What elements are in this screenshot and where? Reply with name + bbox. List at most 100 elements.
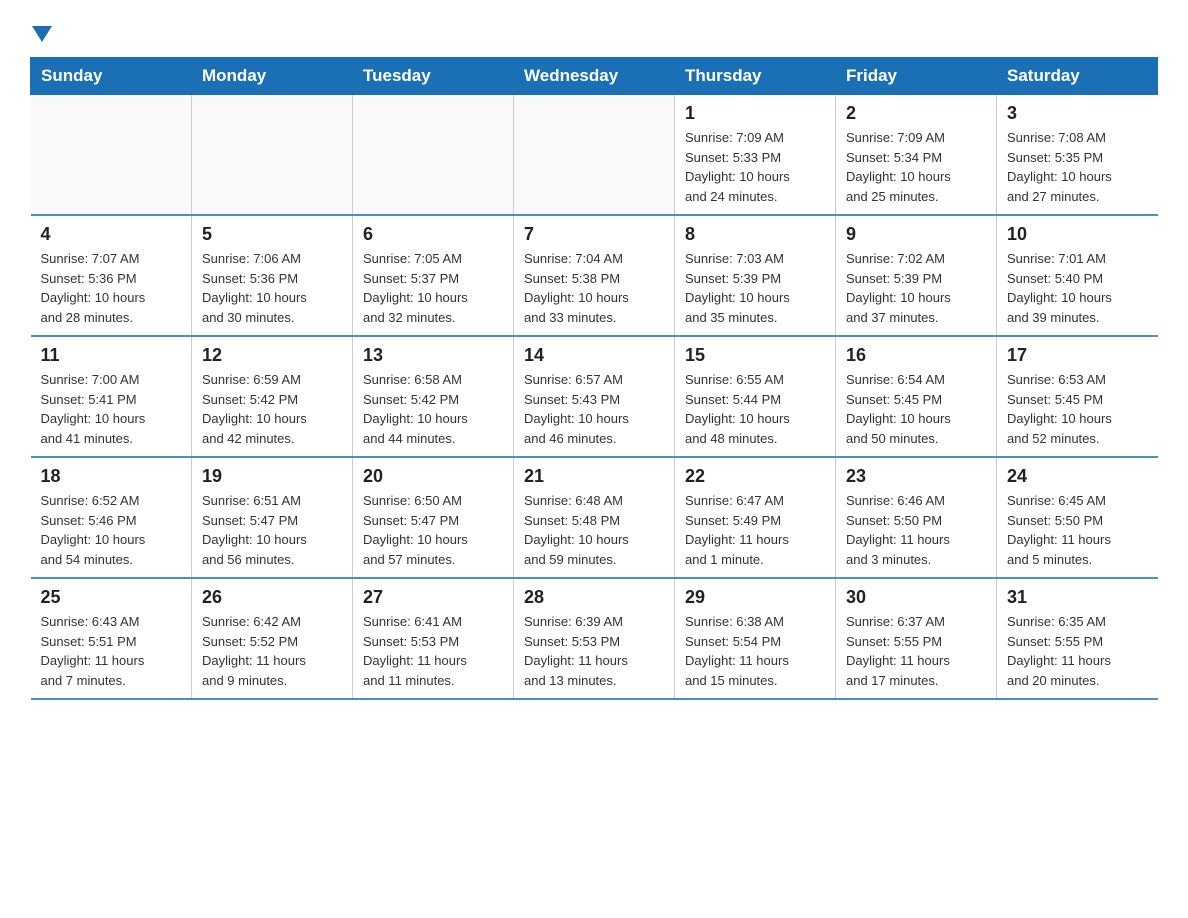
calendar-cell: 26Sunrise: 6:42 AM Sunset: 5:52 PM Dayli…: [192, 578, 353, 699]
day-info: Sunrise: 6:47 AM Sunset: 5:49 PM Dayligh…: [685, 491, 825, 569]
calendar-cell: 6 Sunrise: 7:05 AM Sunset: 5:37 PM Daylig…: [353, 215, 514, 336]
day-number: 18: [41, 466, 182, 487]
day-info: Sunrise: 7:09 AM Sunset: 5:33 PM Dayligh…: [685, 128, 825, 206]
day-info: Sunrise: 7:01 AM Sunset: 5:40 PM Dayligh…: [1007, 249, 1148, 327]
calendar-cell: 22 Sunrise: 6:47 AM Sunset: 5:49 PM Dayli…: [675, 457, 836, 578]
day-info: Sunrise: 6:45 AM Sunset: 5:50 PM Dayligh…: [1007, 491, 1148, 569]
weekday-header-saturday: Saturday: [997, 58, 1158, 95]
calendar-cell: 14 Sunrise: 6:57 AM Sunset: 5:43 PM Dayli…: [514, 336, 675, 457]
day-number: 24: [1007, 466, 1148, 487]
calendar-week-row: 1 Sunrise: 7:09 AM Sunset: 5:33 PM Daylig…: [31, 95, 1158, 216]
calendar-cell: 4 Sunrise: 7:07 AM Sunset: 5:36 PM Daylig…: [31, 215, 192, 336]
calendar-cell: 5 Sunrise: 7:06 AM Sunset: 5:36 PM Daylig…: [192, 215, 353, 336]
day-number: 4: [41, 224, 182, 245]
day-info: Sunrise: 6:43 AM Sunset: 5:51 PM Dayligh…: [41, 612, 182, 690]
calendar-cell: 17 Sunrise: 6:53 AM Sunset: 5:45 PM Dayli…: [997, 336, 1158, 457]
day-number: 14: [524, 345, 664, 366]
day-info: Sunrise: 7:07 AM Sunset: 5:36 PM Dayligh…: [41, 249, 182, 327]
day-number: 16: [846, 345, 986, 366]
logo-arrow-icon: [32, 26, 52, 47]
calendar-cell: [31, 95, 192, 216]
day-number: 22: [685, 466, 825, 487]
day-number: 3: [1007, 103, 1148, 124]
day-info: Sunrise: 6:35 AM Sunset: 5:55 PM Dayligh…: [1007, 612, 1148, 690]
page-header: [30, 20, 1158, 47]
calendar-cell: 25Sunrise: 6:43 AM Sunset: 5:51 PM Dayli…: [31, 578, 192, 699]
calendar-cell: 15Sunrise: 6:55 AM Sunset: 5:44 PM Dayli…: [675, 336, 836, 457]
calendar-cell: 23Sunrise: 6:46 AM Sunset: 5:50 PM Dayli…: [836, 457, 997, 578]
calendar-cell: 13 Sunrise: 6:58 AM Sunset: 5:42 PM Dayli…: [353, 336, 514, 457]
day-info: Sunrise: 7:03 AM Sunset: 5:39 PM Dayligh…: [685, 249, 825, 327]
calendar-cell: 12Sunrise: 6:59 AM Sunset: 5:42 PM Dayli…: [192, 336, 353, 457]
day-info: Sunrise: 6:55 AM Sunset: 5:44 PM Dayligh…: [685, 370, 825, 448]
day-number: 5: [202, 224, 342, 245]
calendar-cell: 27 Sunrise: 6:41 AM Sunset: 5:53 PM Dayli…: [353, 578, 514, 699]
day-number: 23: [846, 466, 986, 487]
day-info: Sunrise: 7:06 AM Sunset: 5:36 PM Dayligh…: [202, 249, 342, 327]
calendar-body: 1 Sunrise: 7:09 AM Sunset: 5:33 PM Daylig…: [31, 95, 1158, 700]
calendar-cell: 29 Sunrise: 6:38 AM Sunset: 5:54 PM Dayli…: [675, 578, 836, 699]
day-number: 10: [1007, 224, 1148, 245]
day-info: Sunrise: 6:50 AM Sunset: 5:47 PM Dayligh…: [363, 491, 503, 569]
calendar-cell: 24 Sunrise: 6:45 AM Sunset: 5:50 PM Dayli…: [997, 457, 1158, 578]
day-info: Sunrise: 6:41 AM Sunset: 5:53 PM Dayligh…: [363, 612, 503, 690]
calendar-cell: 3 Sunrise: 7:08 AM Sunset: 5:35 PM Daylig…: [997, 95, 1158, 216]
calendar-cell: 1 Sunrise: 7:09 AM Sunset: 5:33 PM Daylig…: [675, 95, 836, 216]
day-info: Sunrise: 6:59 AM Sunset: 5:42 PM Dayligh…: [202, 370, 342, 448]
day-number: 13: [363, 345, 503, 366]
day-number: 27: [363, 587, 503, 608]
weekday-header-friday: Friday: [836, 58, 997, 95]
day-number: 28: [524, 587, 664, 608]
day-number: 11: [41, 345, 182, 366]
calendar-cell: 28 Sunrise: 6:39 AM Sunset: 5:53 PM Dayli…: [514, 578, 675, 699]
day-info: Sunrise: 6:39 AM Sunset: 5:53 PM Dayligh…: [524, 612, 664, 690]
day-info: Sunrise: 6:58 AM Sunset: 5:42 PM Dayligh…: [363, 370, 503, 448]
day-number: 2: [846, 103, 986, 124]
calendar-cell: 31 Sunrise: 6:35 AM Sunset: 5:55 PM Dayli…: [997, 578, 1158, 699]
day-number: 31: [1007, 587, 1148, 608]
day-info: Sunrise: 6:52 AM Sunset: 5:46 PM Dayligh…: [41, 491, 182, 569]
logo: [30, 20, 52, 47]
day-number: 1: [685, 103, 825, 124]
day-number: 21: [524, 466, 664, 487]
calendar-cell: 7 Sunrise: 7:04 AM Sunset: 5:38 PM Daylig…: [514, 215, 675, 336]
day-info: Sunrise: 6:38 AM Sunset: 5:54 PM Dayligh…: [685, 612, 825, 690]
day-info: Sunrise: 6:48 AM Sunset: 5:48 PM Dayligh…: [524, 491, 664, 569]
day-info: Sunrise: 7:09 AM Sunset: 5:34 PM Dayligh…: [846, 128, 986, 206]
day-info: Sunrise: 7:05 AM Sunset: 5:37 PM Dayligh…: [363, 249, 503, 327]
weekday-header-tuesday: Tuesday: [353, 58, 514, 95]
calendar-week-row: 25Sunrise: 6:43 AM Sunset: 5:51 PM Dayli…: [31, 578, 1158, 699]
day-info: Sunrise: 6:57 AM Sunset: 5:43 PM Dayligh…: [524, 370, 664, 448]
calendar-week-row: 4 Sunrise: 7:07 AM Sunset: 5:36 PM Daylig…: [31, 215, 1158, 336]
calendar-cell: 9Sunrise: 7:02 AM Sunset: 5:39 PM Daylig…: [836, 215, 997, 336]
day-info: Sunrise: 7:08 AM Sunset: 5:35 PM Dayligh…: [1007, 128, 1148, 206]
day-number: 29: [685, 587, 825, 608]
calendar-header: SundayMondayTuesdayWednesdayThursdayFrid…: [31, 58, 1158, 95]
day-info: Sunrise: 7:00 AM Sunset: 5:41 PM Dayligh…: [41, 370, 182, 448]
calendar-week-row: 11 Sunrise: 7:00 AM Sunset: 5:41 PM Dayli…: [31, 336, 1158, 457]
day-number: 26: [202, 587, 342, 608]
weekday-header-sunday: Sunday: [31, 58, 192, 95]
calendar-cell: 20 Sunrise: 6:50 AM Sunset: 5:47 PM Dayli…: [353, 457, 514, 578]
calendar-cell: 2 Sunrise: 7:09 AM Sunset: 5:34 PM Daylig…: [836, 95, 997, 216]
day-number: 17: [1007, 345, 1148, 366]
day-number: 8: [685, 224, 825, 245]
calendar-week-row: 18 Sunrise: 6:52 AM Sunset: 5:46 PM Dayli…: [31, 457, 1158, 578]
calendar-cell: 11 Sunrise: 7:00 AM Sunset: 5:41 PM Dayli…: [31, 336, 192, 457]
day-number: 19: [202, 466, 342, 487]
day-info: Sunrise: 6:37 AM Sunset: 5:55 PM Dayligh…: [846, 612, 986, 690]
calendar-table: SundayMondayTuesdayWednesdayThursdayFrid…: [30, 57, 1158, 700]
day-number: 7: [524, 224, 664, 245]
weekday-header-wednesday: Wednesday: [514, 58, 675, 95]
day-info: Sunrise: 7:04 AM Sunset: 5:38 PM Dayligh…: [524, 249, 664, 327]
day-info: Sunrise: 6:53 AM Sunset: 5:45 PM Dayligh…: [1007, 370, 1148, 448]
calendar-cell: 8 Sunrise: 7:03 AM Sunset: 5:39 PM Daylig…: [675, 215, 836, 336]
calendar-cell: 21 Sunrise: 6:48 AM Sunset: 5:48 PM Dayli…: [514, 457, 675, 578]
calendar-cell: 30 Sunrise: 6:37 AM Sunset: 5:55 PM Dayli…: [836, 578, 997, 699]
day-info: Sunrise: 6:54 AM Sunset: 5:45 PM Dayligh…: [846, 370, 986, 448]
calendar-cell: 18 Sunrise: 6:52 AM Sunset: 5:46 PM Dayli…: [31, 457, 192, 578]
calendar-cell: [514, 95, 675, 216]
day-number: 30: [846, 587, 986, 608]
day-number: 20: [363, 466, 503, 487]
day-number: 6: [363, 224, 503, 245]
